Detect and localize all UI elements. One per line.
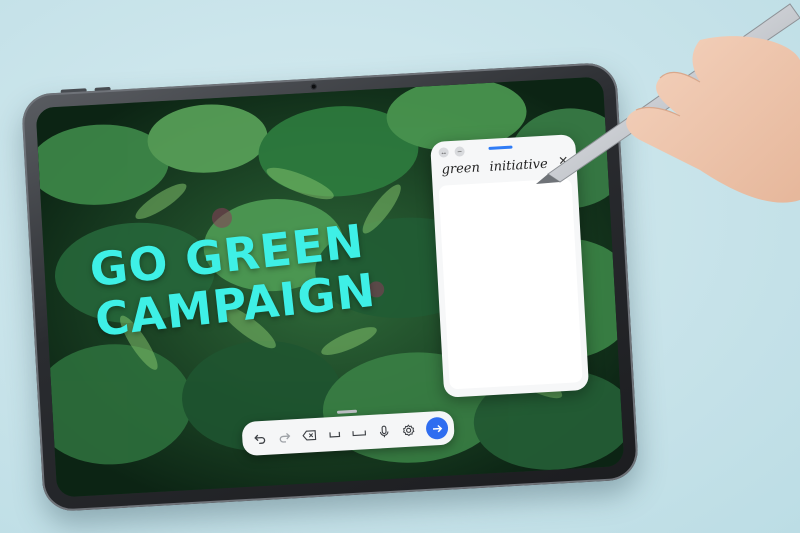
redo-icon[interactable] xyxy=(273,424,297,449)
keyboard-switch-icon[interactable]: ↔ xyxy=(438,147,449,158)
tablet-device: GO GREEN CAMPAIGN ↔ – ✕ green initiative xyxy=(20,61,640,513)
handwriting-input-panel[interactable]: ↔ – ✕ green initiative xyxy=(430,134,590,398)
space-icon[interactable] xyxy=(322,421,346,446)
tablet-screen: GO GREEN CAMPAIGN ↔ – ✕ green initiative xyxy=(35,76,625,498)
drag-handle[interactable] xyxy=(488,145,513,150)
undo-icon[interactable] xyxy=(248,426,272,451)
backspace-icon[interactable] xyxy=(297,423,321,448)
handwriting-canvas[interactable] xyxy=(438,178,583,390)
settings-icon[interactable] xyxy=(397,417,421,442)
microphone-icon[interactable] xyxy=(372,419,396,444)
handwritten-word-green: green xyxy=(441,160,481,178)
close-icon[interactable]: ✕ xyxy=(558,154,569,169)
space-wide-icon[interactable] xyxy=(347,420,371,445)
handwritten-word-initiative: initiative xyxy=(489,156,549,175)
send-arrow-icon[interactable] xyxy=(425,416,449,440)
minimize-icon[interactable]: – xyxy=(454,146,465,157)
